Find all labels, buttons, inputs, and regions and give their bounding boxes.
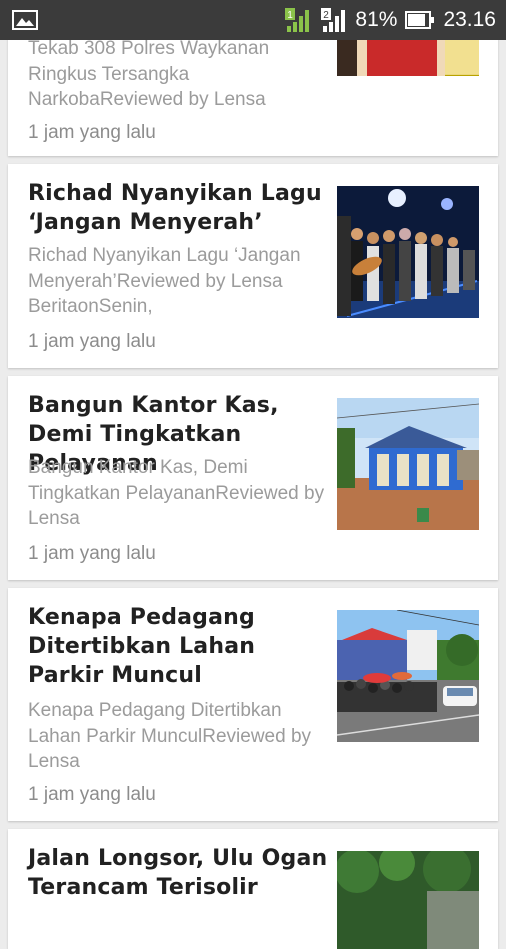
sim1-label: 1 [288, 10, 294, 21]
article-thumbnail[interactable] [337, 610, 479, 742]
gallery-icon [12, 10, 38, 30]
article-time: 1 jam yang lalu [28, 331, 156, 352]
article-card[interactable]: Richad Nyanyikan Lagu ‘Jangan Menyerah’ … [8, 164, 498, 368]
signal-sim1-icon: 1 [285, 8, 310, 32]
article-time: 1 jam yang lalu [28, 784, 156, 805]
article-snippet: Bangun Kantor Kas, Demi Tingkatkan Pelay… [28, 457, 325, 529]
article-card[interactable]: Bangun Kantor Kas, Demi Tingkatkan Pelay… [8, 376, 498, 580]
clock: 23.16 [443, 8, 496, 31]
battery-icon [405, 11, 435, 29]
article-snippet: Tekab 308 Polres Waykanan Ringkus Tersan… [28, 38, 270, 110]
sim2-label: 2 [324, 10, 330, 21]
article-card[interactable]: Tekab 308 Polres Waykanan Ringkus Tersan… [8, 20, 498, 156]
signal-sim2-icon: 2 [321, 8, 346, 32]
article-title: Richad Nyanyikan Lagu ‘Jangan Menyerah’ [28, 181, 322, 235]
article-thumbnail[interactable] [337, 398, 479, 530]
article-snippet: Kenapa Pedagang Ditertibkan Lahan Parkir… [28, 700, 312, 772]
battery-percent: 81% [355, 8, 398, 31]
article-card[interactable]: Jalan Longsor, Ulu Ogan Terancam Terisol… [8, 829, 498, 949]
article-thumbnail[interactable] [337, 186, 479, 318]
article-title: Kenapa Pedagang Ditertibkan Lahan Parkir… [28, 605, 256, 688]
article-snippet: Richad Nyanyikan Lagu ‘Jangan Menyerah’R… [28, 245, 301, 317]
article-card[interactable]: Kenapa Pedagang Ditertibkan Lahan Parkir… [8, 588, 498, 821]
status-bar: 1 2 81% 23.16 [0, 0, 506, 40]
article-title: Jalan Longsor, Ulu Ogan Terancam Terisol… [28, 846, 328, 900]
article-time: 1 jam yang lalu [28, 122, 156, 143]
article-thumbnail[interactable] [337, 851, 479, 949]
article-time: 1 jam yang lalu [28, 543, 156, 564]
